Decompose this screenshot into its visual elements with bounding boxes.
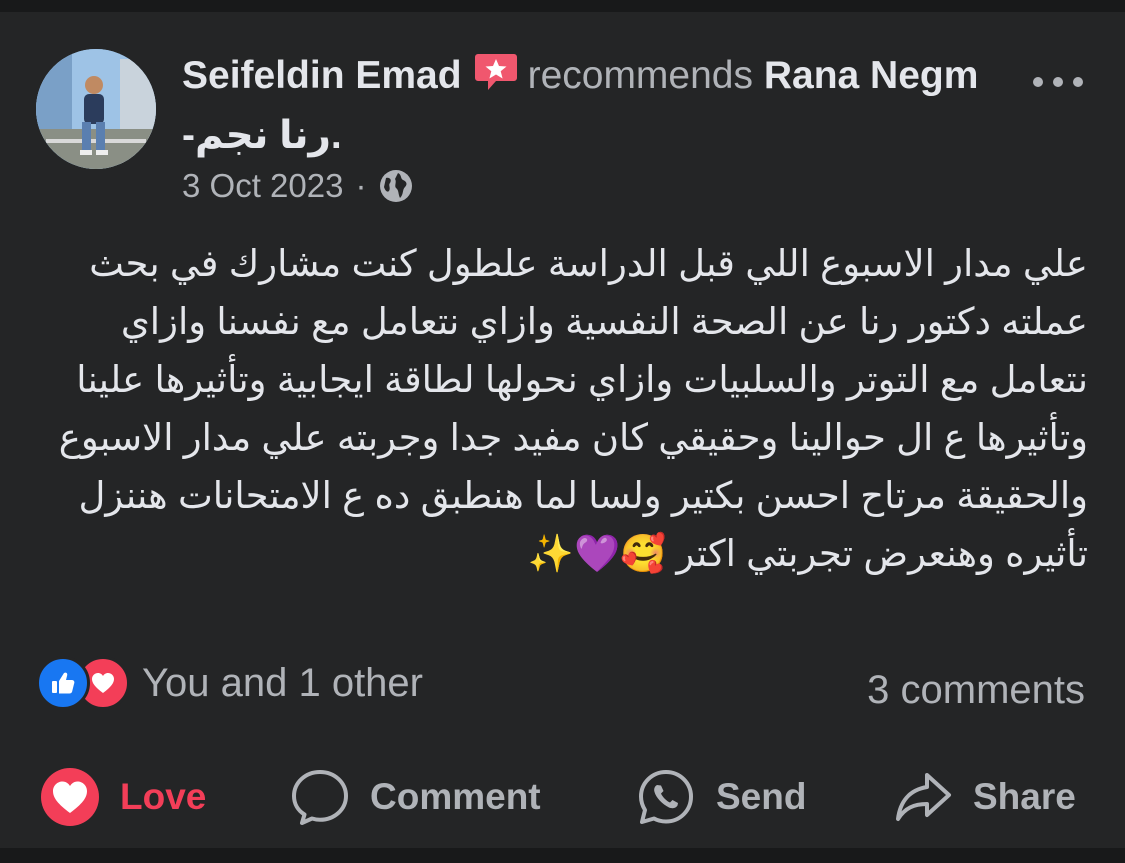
recommendation-star-icon (474, 50, 518, 90)
post-header: Seifeldin Emad recommends Rana Negm -رنا … (182, 46, 982, 166)
more-options-icon[interactable] (1030, 72, 1086, 92)
post-date[interactable]: 3 Oct 2023 (182, 167, 343, 205)
action-bar: Love Comment Send Share (0, 752, 1125, 842)
share-button[interactable]: Share (893, 752, 1076, 842)
like-icon (36, 656, 90, 710)
comment-icon (292, 770, 348, 825)
send-button[interactable]: Send (636, 752, 806, 842)
comment-button[interactable]: Comment (290, 752, 541, 842)
avatar-photo (36, 49, 156, 169)
share-icon (896, 773, 951, 821)
post-meta: 3 Oct 2023 · (182, 166, 414, 206)
post-body: علي مدار الاسبوع اللي قبل الدراسة علطول … (58, 243, 1088, 574)
comment-button-label: Comment (370, 776, 541, 817)
send-button-label: Send (716, 776, 807, 817)
recommend-verb: recommends (527, 54, 753, 97)
globe-icon (378, 168, 414, 204)
post-card: Seifeldin Emad recommends Rana Negm -رنا … (0, 12, 1125, 848)
meta-separator: · (355, 167, 367, 204)
share-button-label: Share (973, 776, 1076, 817)
comments-count[interactable]: 3 comments (867, 668, 1085, 713)
reactions-label[interactable]: You and 1 other (142, 661, 423, 706)
whatsapp-icon (639, 770, 693, 824)
love-button-label: Love (120, 776, 207, 817)
author-name[interactable]: Seifeldin Emad (182, 54, 462, 97)
love-reaction-icon (41, 768, 99, 826)
reactions-summary[interactable]: You and 1 other (36, 656, 423, 710)
love-button[interactable]: Love (40, 752, 206, 842)
author-avatar[interactable] (36, 49, 156, 169)
